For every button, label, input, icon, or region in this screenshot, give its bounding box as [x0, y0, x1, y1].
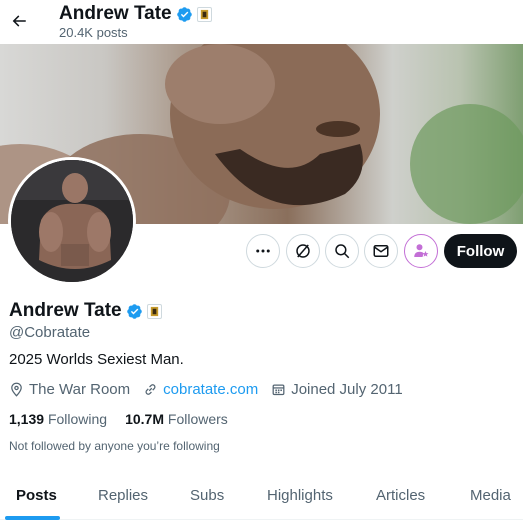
- follow-counts: 1,139 Following 10.7M Followers: [9, 411, 228, 427]
- search-button[interactable]: [325, 234, 359, 268]
- tab-subs[interactable]: Subs: [190, 487, 224, 504]
- calendar-icon: [272, 384, 285, 396]
- website-link[interactable]: cobratate.com: [163, 381, 258, 398]
- following-label: Following: [47, 411, 108, 427]
- tab-posts[interactable]: Posts: [16, 487, 57, 504]
- header-post-count: 20.4K posts: [59, 25, 128, 40]
- profile-meta: The War Room cobratate.com Joined July 2…: [9, 381, 416, 398]
- location-text: The War Room: [29, 381, 131, 398]
- website-item: cobratate.com: [143, 381, 258, 398]
- active-tab-indicator: [5, 516, 60, 520]
- grok-button[interactable]: [286, 234, 320, 268]
- avatar-photo: [11, 160, 133, 282]
- tab-articles[interactable]: Articles: [376, 487, 425, 504]
- tab-highlights[interactable]: Highlights: [267, 487, 333, 504]
- location-item: The War Room: [9, 381, 130, 398]
- profile-name-row: Andrew Tate: [9, 300, 162, 322]
- more-dots-icon: [256, 249, 270, 253]
- grok-icon: [296, 244, 310, 258]
- link-icon: [145, 384, 156, 395]
- arrow-left-icon: [12, 15, 26, 27]
- followers-label: Followers: [167, 411, 228, 427]
- more-button[interactable]: [246, 234, 280, 268]
- followers-count: 10.7M: [125, 411, 164, 427]
- message-button[interactable]: [364, 234, 398, 268]
- tab-media[interactable]: Media: [470, 487, 511, 504]
- affiliate-badge-icon[interactable]: [146, 303, 162, 319]
- joined-item: Joined July 2011: [271, 381, 403, 398]
- profile-avatar[interactable]: [8, 157, 136, 285]
- verified-badge-icon: [126, 303, 142, 319]
- profile-tabs: Posts Replies Subs Highlights Articles M…: [0, 474, 523, 520]
- following-link[interactable]: 1,139 Following: [9, 411, 107, 427]
- profile-handle: @Cobratate: [9, 324, 91, 341]
- search-icon: [335, 244, 350, 259]
- back-button[interactable]: [6, 8, 32, 34]
- followers-link[interactable]: 10.7M Followers: [125, 411, 228, 427]
- joined-text: Joined July 2011: [291, 381, 403, 398]
- profile-bio: 2025 Worlds Sexiest Man.: [9, 351, 184, 368]
- top-bar: Andrew Tate 20.4K posts: [0, 0, 523, 44]
- tab-replies[interactable]: Replies: [98, 487, 148, 504]
- envelope-icon: [373, 245, 389, 257]
- follow-button[interactable]: Follow: [444, 234, 517, 268]
- not-followed-note: Not followed by anyone you’re following: [9, 439, 220, 453]
- location-pin-icon: [11, 382, 22, 397]
- affiliate-badge-icon[interactable]: [196, 6, 212, 22]
- profile-name: Andrew Tate: [9, 300, 122, 321]
- subscribe-person-star-icon: [414, 244, 429, 257]
- verified-badge-icon: [176, 6, 192, 22]
- following-count: 1,139: [9, 411, 45, 427]
- subscribe-button[interactable]: [404, 234, 438, 268]
- header-title: Andrew Tate: [59, 3, 212, 25]
- header-name: Andrew Tate: [59, 3, 172, 24]
